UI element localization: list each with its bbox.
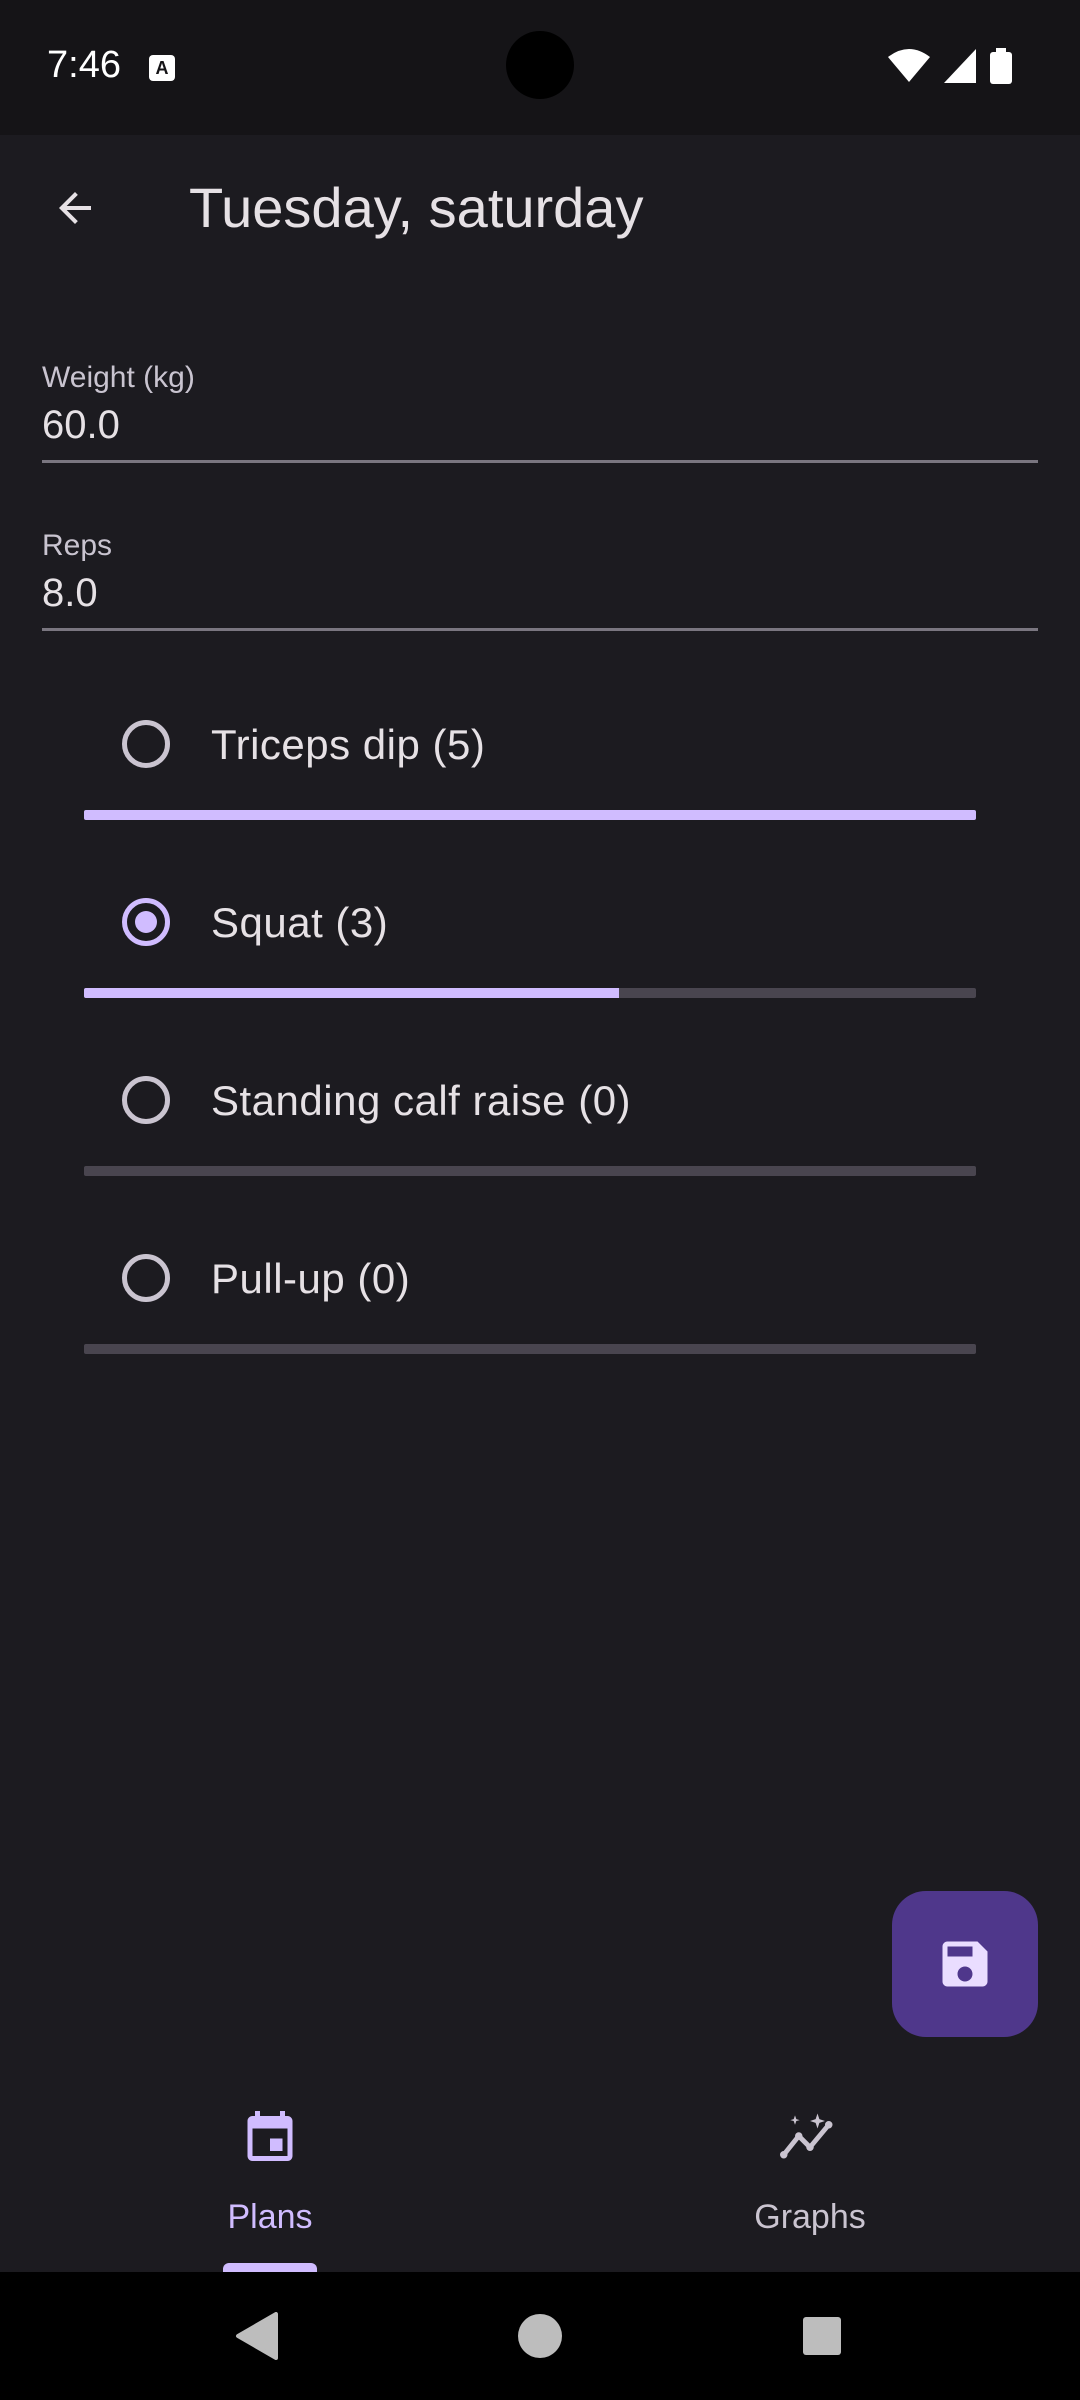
radio-button[interactable] xyxy=(122,1076,170,1124)
signal-icon xyxy=(944,49,976,83)
wifi-icon xyxy=(888,49,930,82)
circle-home-icon xyxy=(518,2314,562,2358)
nav-item-graphs[interactable]: Graphs xyxy=(540,2064,1080,2272)
system-navigation-bar xyxy=(0,2272,1080,2400)
screen: 7:46 A Tuesday, saturday Weight (kg) 60.… xyxy=(0,0,1080,2400)
exercise-label: Standing calf raise (0) xyxy=(211,1077,632,1124)
status-time: 7:46 xyxy=(47,44,121,86)
system-recents-button[interactable] xyxy=(800,2272,844,2400)
page-title: Tuesday, saturday xyxy=(189,176,644,239)
triangle-back-icon xyxy=(236,2312,278,2360)
radio-button[interactable] xyxy=(122,720,170,768)
exercise-option-standing-calf-raise[interactable]: Standing calf raise (0) xyxy=(84,1044,976,1214)
weight-field-value[interactable]: 60.0 xyxy=(42,403,120,448)
square-recents-icon xyxy=(803,2317,841,2355)
exercise-progress-bar xyxy=(84,810,976,820)
exercise-label: Triceps dip (5) xyxy=(211,721,486,768)
arrow-back-icon xyxy=(59,192,91,224)
reps-field-label: Reps xyxy=(42,529,113,562)
exercise-option-triceps-dip[interactable]: Triceps dip (5) xyxy=(84,688,976,858)
exercise-option-pull-up[interactable]: Pull-up (0) xyxy=(84,1222,976,1392)
status-bar: 7:46 A xyxy=(0,0,1080,135)
exercise-label: Squat (3) xyxy=(211,899,389,946)
text-a-icon: A xyxy=(149,55,175,81)
progress-fill xyxy=(84,810,976,820)
nav-item-plans[interactable]: Plans xyxy=(0,2064,540,2275)
status-icons xyxy=(888,48,1012,84)
system-home-button[interactable] xyxy=(516,2272,564,2400)
exercise-progress-bar xyxy=(84,988,976,998)
save-icon xyxy=(942,1941,988,1987)
camera-cutout xyxy=(506,31,574,99)
exercise-progress-bar xyxy=(84,1344,976,1354)
top-app-bar: Tuesday, saturday xyxy=(0,135,1080,282)
progress-fill xyxy=(84,988,620,998)
exercise-progress-bar xyxy=(84,1166,976,1176)
battery-icon xyxy=(990,48,1012,84)
bottom-navigation: Plans Graphs xyxy=(0,2064,1080,2275)
exercise-option-squat[interactable]: Squat (3) xyxy=(84,866,976,1036)
insights-icon xyxy=(780,2106,840,2166)
radio-button[interactable] xyxy=(122,898,170,946)
reps-field-value[interactable]: 8.0 xyxy=(42,571,98,616)
system-back-button[interactable] xyxy=(226,2272,286,2400)
nav-label-graphs: Graphs xyxy=(754,2198,866,2236)
nav-label-plans: Plans xyxy=(227,2198,313,2236)
radio-button[interactable] xyxy=(122,1254,170,1302)
exercise-label: Pull-up (0) xyxy=(211,1255,411,1302)
save-button[interactable] xyxy=(892,1891,1038,2037)
reps-field[interactable]: Reps 8.0 xyxy=(42,501,1038,631)
weight-field[interactable]: Weight (kg) 60.0 xyxy=(42,333,1038,463)
back-button[interactable] xyxy=(40,173,110,243)
calendar-icon xyxy=(240,2106,300,2166)
weight-field-label: Weight (kg) xyxy=(42,361,195,394)
